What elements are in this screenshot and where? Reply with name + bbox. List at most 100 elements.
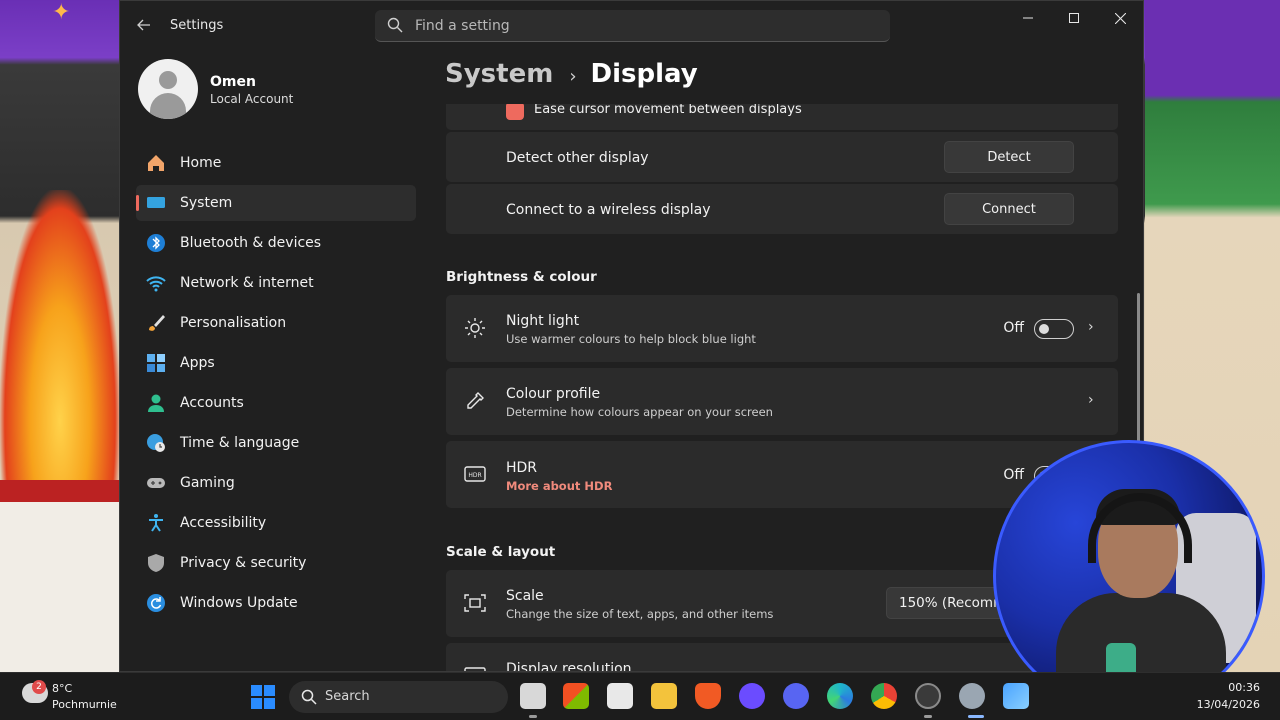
more-about-hdr-link[interactable]: More about HDR	[506, 479, 612, 493]
sidebar-item-label: Accessibility	[180, 515, 267, 531]
resolution-icon	[464, 667, 486, 671]
night-light-row[interactable]: Night light Use warmer colours to help b…	[446, 295, 1118, 362]
app-title: Settings	[170, 18, 224, 33]
update-icon	[147, 594, 165, 612]
hdr-state: Off	[1003, 467, 1024, 483]
brave-icon[interactable]	[695, 683, 721, 709]
night-light-toggle[interactable]	[1034, 319, 1074, 339]
sidebar-item-label: Network & internet	[180, 275, 314, 291]
star-decoration-icon: ✦	[52, 0, 71, 25]
accounts-icon	[148, 394, 164, 412]
breadcrumb: System › Display	[445, 59, 698, 99]
steam-like-icon[interactable]	[915, 683, 941, 709]
sidebar-item-bluetooth[interactable]: Bluetooth & devices	[136, 225, 416, 261]
windows-logo-tile	[264, 685, 275, 696]
weather-description: Pochmurnie	[52, 698, 117, 711]
user-profile[interactable]: Omen Local Account	[138, 59, 398, 121]
connect-button[interactable]: Connect	[944, 193, 1074, 225]
sidebar-item-accounts[interactable]: Accounts	[136, 385, 416, 421]
sidebar-item-personalisation[interactable]: Personalisation	[136, 305, 416, 341]
colour-profile-title: Colour profile	[506, 386, 601, 402]
maximize-button[interactable]	[1051, 7, 1097, 29]
content-scrollbar[interactable]	[1137, 293, 1140, 443]
sidebar-item-privacy[interactable]: Privacy & security	[136, 545, 416, 581]
taskbar: 2 8°C Pochmurnie Search 00:36 13/04/2026	[0, 672, 1280, 720]
sidebar-item-time-language[interactable]: Time & language	[136, 425, 416, 461]
accessibility-icon	[149, 514, 163, 532]
file-explorer-blank-icon[interactable]	[520, 683, 546, 709]
photos-icon[interactable]	[1003, 683, 1029, 709]
wireless-display-row: Connect to a wireless display Connect	[446, 184, 1118, 234]
wireless-display-label: Connect to a wireless display	[506, 202, 711, 218]
sidebar-item-system[interactable]: System	[136, 185, 416, 221]
sidebar-item-gaming[interactable]: Gaming	[136, 465, 416, 501]
detect-display-label: Detect other display	[506, 150, 649, 166]
edge-icon[interactable]	[827, 683, 853, 709]
chrome-icon[interactable]	[871, 683, 897, 709]
hdr-title: HDR	[506, 460, 538, 476]
close-button[interactable]	[1097, 7, 1143, 29]
sidebar-item-apps[interactable]: Apps	[136, 345, 416, 381]
settings-window: Settings Omen Local Account Home	[119, 0, 1144, 672]
apps-icon	[147, 354, 165, 372]
clock-time[interactable]: 00:36	[1228, 681, 1260, 694]
globe-clock-icon	[147, 434, 165, 452]
sidebar-item-label: Apps	[180, 355, 215, 371]
sidebar-item-label: Privacy & security	[180, 555, 307, 571]
ease-cursor-checkbox[interactable]	[506, 104, 524, 120]
home-icon	[148, 155, 164, 171]
sidebar-item-label: System	[180, 195, 233, 211]
sidebar-item-label: Windows Update	[180, 595, 298, 611]
eyedropper-icon	[467, 392, 484, 409]
profile-account-type: Local Account	[210, 92, 294, 106]
wallpaper-fire-art	[0, 190, 120, 520]
avatar-body	[150, 93, 186, 119]
office-icon[interactable]	[607, 683, 633, 709]
start-button[interactable]	[251, 685, 275, 709]
maximize-icon	[1069, 13, 1079, 23]
shield-icon	[148, 554, 164, 572]
discord-icon[interactable]	[783, 683, 809, 709]
avatar-head	[159, 71, 177, 89]
weather-temperature: 8°C	[52, 682, 73, 695]
gamepad-icon	[147, 478, 165, 488]
obs-icon[interactable]	[739, 683, 765, 709]
clock-date[interactable]: 13/04/2026	[1197, 698, 1260, 711]
sidebar-item-label: Home	[180, 155, 222, 171]
night-light-state: Off	[1003, 320, 1024, 336]
sidebar-item-home[interactable]: Home	[136, 145, 416, 181]
app-running-indicator	[529, 715, 537, 718]
store-icon[interactable]	[563, 683, 589, 709]
brush-icon	[149, 315, 165, 331]
sidebar-item-network[interactable]: Network & internet	[136, 265, 416, 301]
taskbar-search[interactable]: Search	[289, 681, 508, 713]
sidebar-item-windows-update[interactable]: Windows Update	[136, 585, 416, 621]
back-button[interactable]	[132, 13, 156, 37]
ease-cursor-row[interactable]: Ease cursor movement between displays	[446, 104, 1118, 130]
section-heading-brightness: Brightness & colour	[446, 269, 597, 285]
ease-cursor-label: Ease cursor movement between displays	[534, 104, 802, 117]
search-icon	[387, 17, 403, 33]
sidebar-item-label: Personalisation	[180, 315, 287, 331]
bluetooth-icon	[147, 234, 165, 252]
breadcrumb-chevron-icon: ›	[569, 66, 577, 87]
folder-icon[interactable]	[651, 683, 677, 709]
windows-logo-tile	[251, 685, 262, 696]
night-light-subtitle: Use warmer colours to help block blue li…	[506, 332, 756, 346]
page-title: Display	[590, 59, 698, 89]
taskbar-search-label: Search	[325, 689, 370, 704]
sidebar-nav: Home System Bluetooth & devices Network …	[136, 145, 416, 625]
search-input[interactable]	[415, 10, 875, 41]
minimize-button[interactable]	[1005, 7, 1051, 29]
close-icon	[1114, 12, 1126, 24]
sidebar-item-label: Accounts	[180, 395, 244, 411]
sun-icon	[465, 318, 485, 338]
settings-icon[interactable]	[959, 683, 985, 709]
avatar	[138, 59, 198, 119]
colour-profile-row[interactable]: Colour profile Determine how colours app…	[446, 368, 1118, 435]
detect-button[interactable]: Detect	[944, 141, 1074, 173]
chevron-right-icon: ›	[1088, 319, 1094, 335]
sidebar-item-accessibility[interactable]: Accessibility	[136, 505, 416, 541]
breadcrumb-parent[interactable]: System	[445, 59, 553, 89]
settings-search-box[interactable]	[375, 10, 890, 42]
